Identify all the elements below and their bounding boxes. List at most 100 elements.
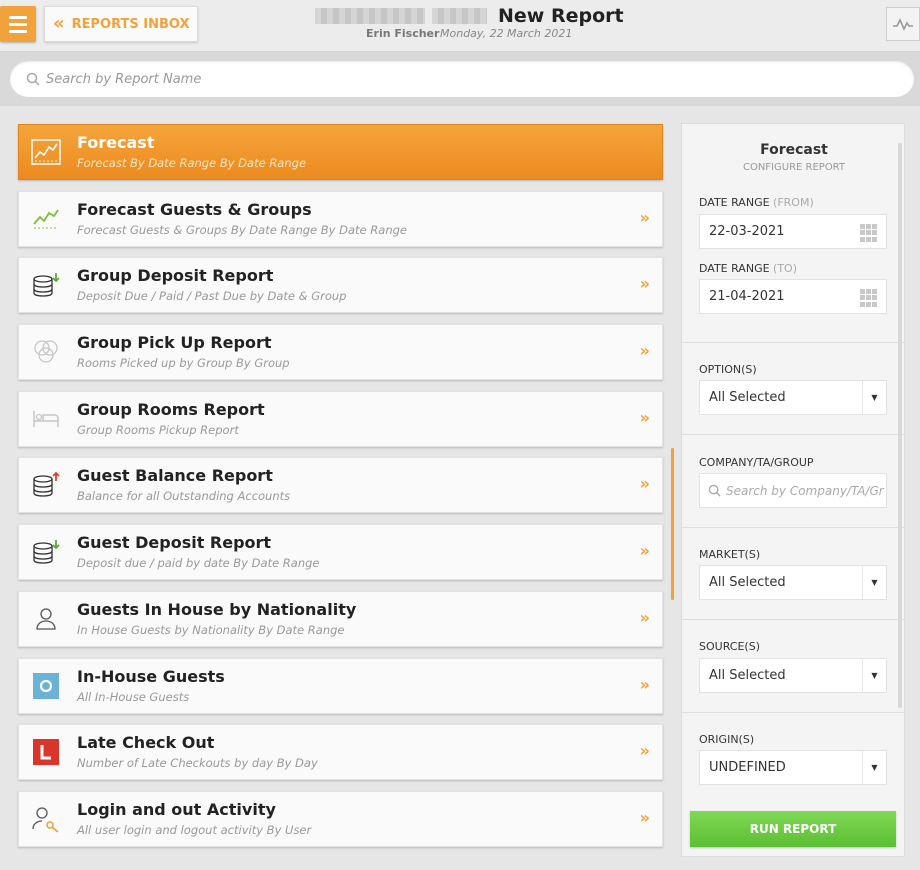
double-chevron-right-icon: » <box>639 474 650 494</box>
search-icon <box>708 484 721 497</box>
date-from-value: 22-03-2021 <box>709 224 785 239</box>
date-to-field[interactable]: 21-04-2021 <box>699 279 887 314</box>
divider <box>682 342 906 343</box>
double-chevron-right-icon: » <box>639 541 650 561</box>
coins-down-icon <box>31 270 61 300</box>
menu-button[interactable] <box>0 6 36 42</box>
report-item-group-rooms[interactable]: Group Rooms Report Group Rooms Pickup Re… <box>18 390 663 447</box>
circles-icon <box>31 337 61 367</box>
report-subtitle: Rooms Picked up by Group By Group <box>77 356 290 371</box>
page-title: New Report <box>498 5 624 27</box>
report-subtitle: All In-House Guests <box>77 689 190 704</box>
search-icon <box>26 72 40 86</box>
market-select[interactable]: All Selected ▼ <box>699 565 887 600</box>
report-title: Login and out Activity <box>77 799 276 819</box>
report-title: Group Deposit Report <box>77 266 274 286</box>
double-chevron-right-icon: » <box>639 807 650 827</box>
divider <box>682 434 906 435</box>
report-title: In-House Guests <box>77 666 225 686</box>
company-search-input[interactable] <box>726 483 886 498</box>
report-subtitle: In House Guests by Nationality By Date R… <box>77 622 345 637</box>
caret-down-icon: ▼ <box>862 381 886 414</box>
bed-icon <box>31 404 61 434</box>
reports-inbox-label: REPORTS INBOX <box>71 16 190 32</box>
report-item-in-house-guests[interactable]: In-House Guests All In-House Guests » <box>18 657 663 714</box>
config-scrollbar[interactable] <box>898 143 902 708</box>
activity-pulse-icon <box>893 18 913 31</box>
report-title: Group Pick Up Report <box>77 333 272 353</box>
report-title: Guest Deposit Report <box>77 533 272 553</box>
options-select[interactable]: All Selected ▼ <box>699 380 887 415</box>
search-strip <box>0 52 920 106</box>
report-list: Forecast Forecast By Date Range By Date … <box>18 124 663 858</box>
caret-down-icon: ▼ <box>862 566 886 599</box>
user-key-icon <box>31 804 61 834</box>
date-to-label: DATE RANGE (TO) <box>699 262 798 275</box>
configure-report-panel: Forecast CONFIGURE REPORT DATE RANGE (FR… <box>681 123 906 857</box>
origin-label: ORIGIN(S) <box>699 733 755 746</box>
report-item-login-activity[interactable]: Login and out Activity All user login an… <box>18 790 663 847</box>
report-subtitle: Forecast Guests & Groups By Date Range B… <box>77 222 407 237</box>
chart-icon <box>31 204 61 234</box>
late-l-icon <box>31 737 61 767</box>
list-scrollbar[interactable] <box>671 448 674 600</box>
reports-inbox-button[interactable]: « REPORTS INBOX <box>44 6 198 42</box>
report-item-guest-balance[interactable]: Guest Balance Report Balance for all Out… <box>18 457 663 514</box>
double-chevron-right-icon: » <box>639 741 650 761</box>
report-item-group-pick-up[interactable]: Group Pick Up Report Rooms Picked up by … <box>18 324 663 381</box>
market-label: MARKET(S) <box>699 548 761 561</box>
report-title: Late Check Out <box>77 733 215 753</box>
double-chevron-right-icon: » <box>639 274 650 294</box>
double-chevron-right-icon: » <box>639 674 650 694</box>
double-chevron-right-icon: » <box>639 207 650 227</box>
redacted-text <box>315 8 425 24</box>
report-item-guests-nationality[interactable]: Guests In House by Nationality In House … <box>18 590 663 647</box>
report-item-forecast[interactable]: Forecast Forecast By Date Range By Date … <box>18 124 663 180</box>
source-label: SOURCE(S) <box>699 640 760 653</box>
search-box[interactable] <box>10 61 914 97</box>
coins-up-icon <box>31 470 61 500</box>
person-icon <box>31 604 61 634</box>
origin-select[interactable]: UNDEFINED ▼ <box>699 750 887 785</box>
report-title: Group Rooms Report <box>77 399 265 419</box>
report-item-forecast-guests-groups[interactable]: Forecast Guests & Groups Forecast Guests… <box>18 190 663 247</box>
config-subtitle: CONFIGURE REPORT <box>742 162 846 173</box>
date-from-label: DATE RANGE (FROM) <box>699 196 814 209</box>
calendar-icon[interactable] <box>860 224 878 242</box>
activity-button[interactable] <box>886 7 920 41</box>
app-header: « REPORTS INBOX New Report Erin Fischer … <box>0 0 920 52</box>
user-name: Erin Fischer <box>366 27 440 40</box>
coins-down-icon <box>31 537 61 567</box>
report-subtitle: Number of Late Checkouts by day By Day <box>77 756 318 771</box>
source-select[interactable]: All Selected ▼ <box>699 658 887 693</box>
calendar-icon[interactable] <box>860 289 878 307</box>
report-subtitle: All user login and logout activity By Us… <box>77 822 312 837</box>
report-subtitle: Deposit due / paid by date By Date Range <box>77 556 320 571</box>
company-label: COMPANY/TA/GROUP <box>699 456 814 469</box>
hamburger-icon <box>9 15 27 19</box>
divider <box>682 527 906 528</box>
search-input[interactable] <box>46 71 646 87</box>
chart-icon <box>31 137 61 167</box>
report-title: Forecast Guests & Groups <box>77 199 312 219</box>
report-item-late-check-out[interactable]: Late Check Out Number of Late Checkouts … <box>18 724 663 781</box>
divider <box>682 712 906 713</box>
config-title: Forecast <box>760 142 828 158</box>
report-item-group-deposit[interactable]: Group Deposit Report Deposit Due / Paid … <box>18 257 663 314</box>
report-subtitle: Deposit Due / Paid / Past Due by Date & … <box>77 289 347 304</box>
double-chevron-right-icon: » <box>639 341 650 361</box>
double-chevron-left-icon: « <box>53 13 65 34</box>
divider <box>682 619 906 620</box>
report-subtitle: Balance for all Outstanding Accounts <box>77 489 291 504</box>
company-search-field[interactable] <box>699 473 887 508</box>
date-to-value: 21-04-2021 <box>709 289 785 304</box>
inhouse-icon <box>31 671 61 701</box>
double-chevron-right-icon: » <box>639 607 650 627</box>
date-from-field[interactable]: 22-03-2021 <box>699 214 887 249</box>
report-subtitle: Forecast By Date Range By Date Range <box>77 156 307 170</box>
caret-down-icon: ▼ <box>862 751 886 784</box>
run-report-button[interactable]: RUN REPORT <box>690 811 896 847</box>
report-item-guest-deposit[interactable]: Guest Deposit Report Deposit due / paid … <box>18 524 663 581</box>
caret-down-icon: ▼ <box>862 659 886 692</box>
report-date: Monday, 22 March 2021 <box>440 27 573 40</box>
